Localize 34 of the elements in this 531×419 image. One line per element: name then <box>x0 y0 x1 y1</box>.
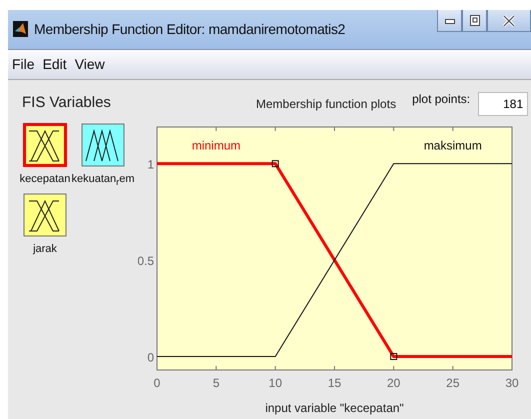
panel-title: FIS Variables <box>22 94 112 111</box>
x-tick-label: 20 <box>386 376 400 390</box>
menu-item[interactable]: Edit <box>42 56 67 72</box>
y-tick-label: 0.5 <box>138 254 154 268</box>
variable-name: kecepatan <box>20 173 70 185</box>
menu-item[interactable]: File <box>12 56 35 72</box>
minimize-icon <box>444 18 454 24</box>
window-title: Membership Function Editor: mamdaniremotomatis2 <box>34 21 346 38</box>
minimize-button[interactable] <box>437 10 462 32</box>
input-variable-icon[interactable] <box>23 123 67 167</box>
x-axis-title: input variable "kecepatan" <box>265 401 404 415</box>
maximize-icon <box>470 15 480 26</box>
maximize-button[interactable] <box>462 10 487 32</box>
series-label: minimum <box>192 138 240 153</box>
output-variable-icon[interactable] <box>81 123 125 167</box>
input-variable-icon[interactable] <box>23 193 67 238</box>
x-tick-label: 5 <box>212 376 220 390</box>
plot-points-label: plot points: <box>412 92 470 106</box>
close-button[interactable] <box>487 10 531 32</box>
y-tick-label: 1 <box>147 158 154 172</box>
x-tick-label: 0 <box>154 376 160 390</box>
plot-points-field[interactable]: 181 <box>478 92 528 116</box>
x-tick-label: 30 <box>505 376 519 390</box>
variable-name: kekuatan$_{r}$em <box>72 173 134 188</box>
close-icon <box>503 14 515 26</box>
menu-item[interactable]: View <box>74 56 105 72</box>
y-tick-label: 0 <box>147 350 154 364</box>
variable-name: jarak <box>33 243 57 256</box>
series-label: maksimum <box>424 138 482 153</box>
x-tick-label: 10 <box>268 376 282 390</box>
app-logo-icon <box>13 21 28 38</box>
plots-label: Membership function plots <box>256 96 396 110</box>
x-tick-label: 25 <box>446 376 460 390</box>
x-tick-label: 15 <box>328 376 342 390</box>
